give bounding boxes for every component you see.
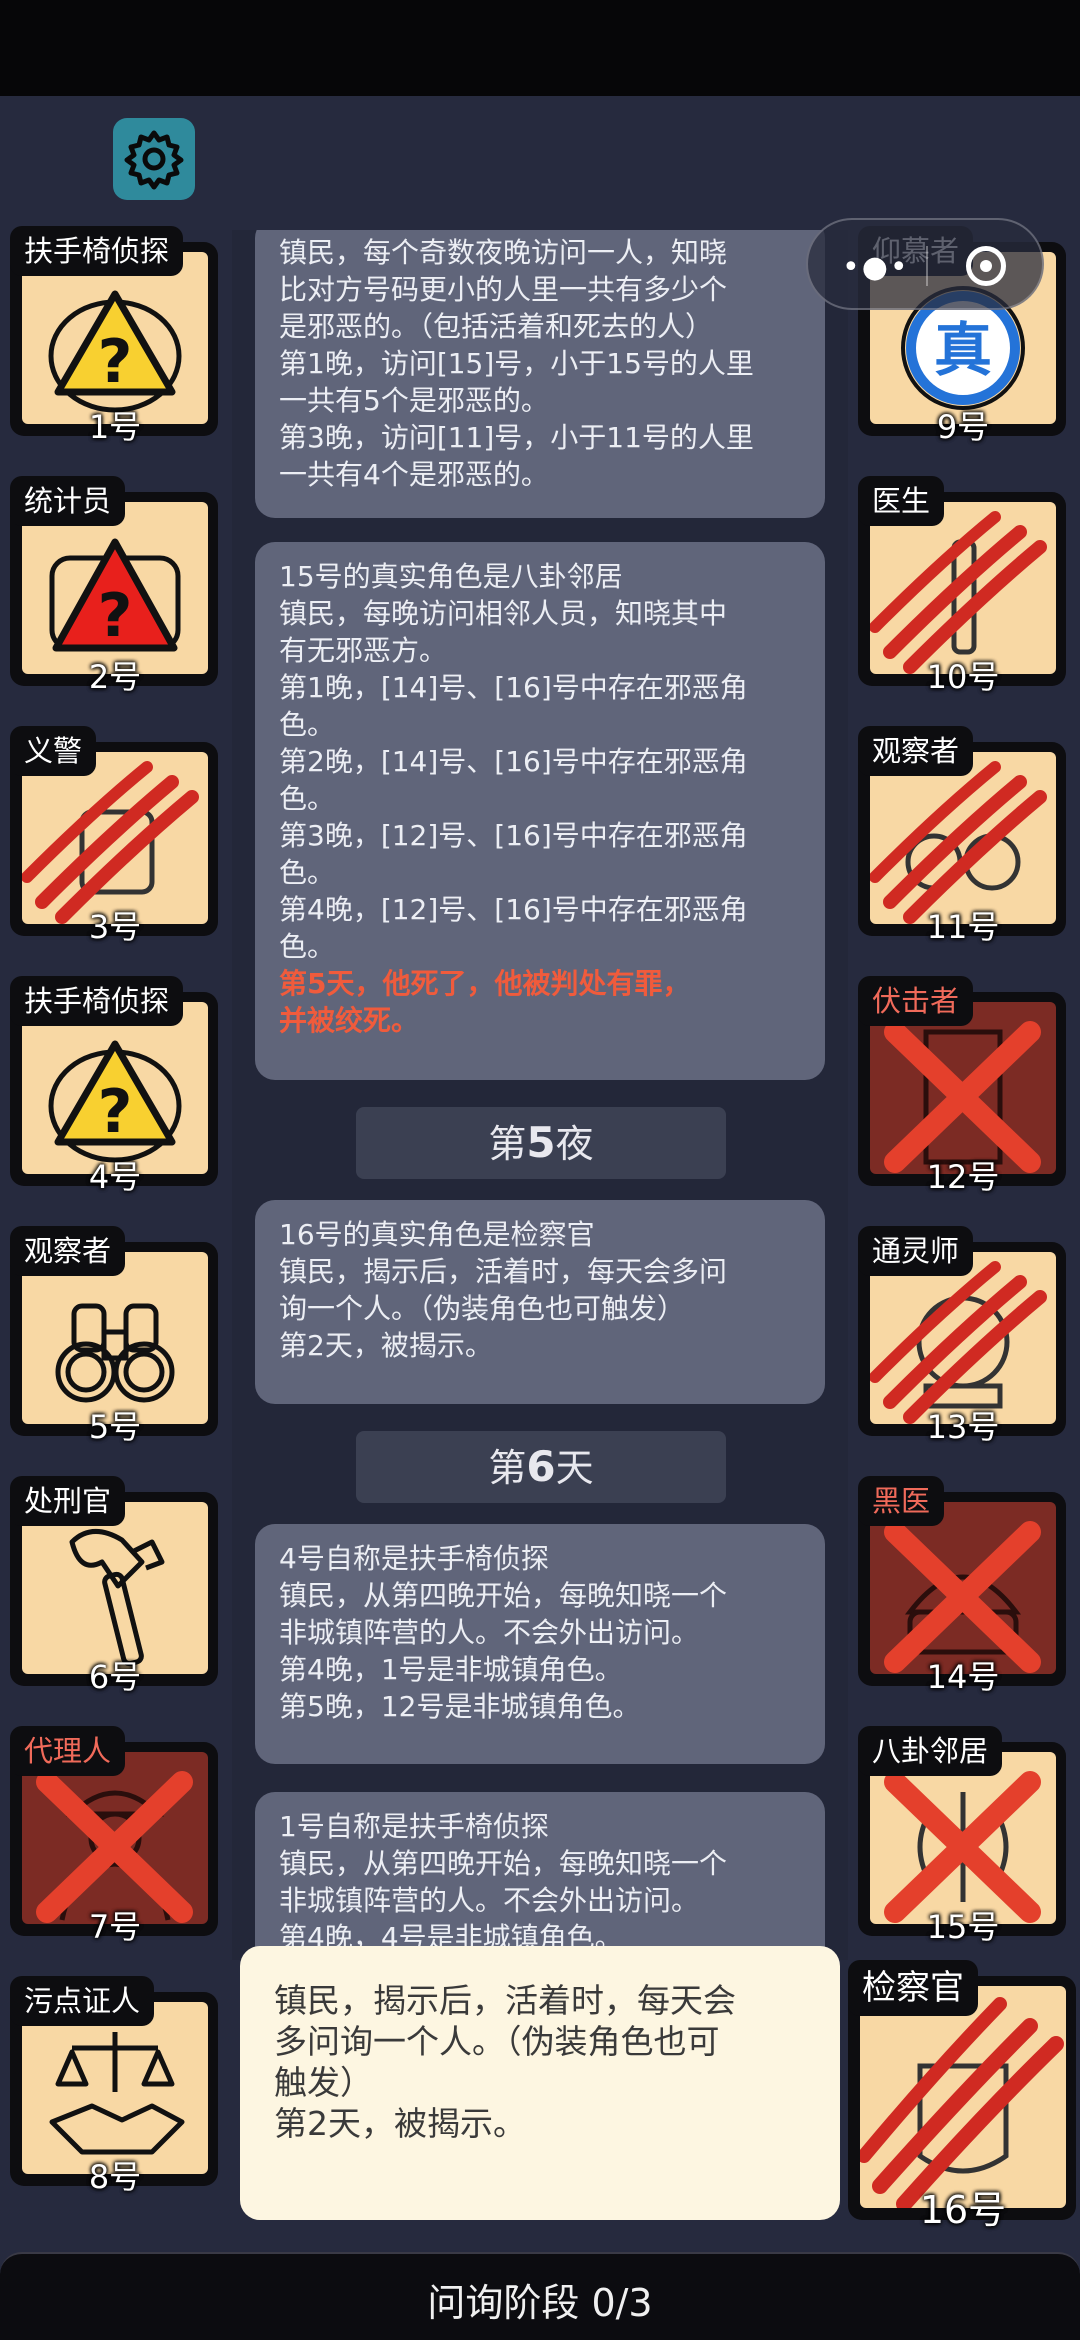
player-number: 4号	[88, 1158, 142, 1196]
player-number: 12号	[926, 1158, 1000, 1196]
player-number: 10号	[926, 658, 1000, 696]
player-number: 8号	[88, 2158, 142, 2196]
svg-text:?: ?	[98, 327, 133, 397]
capsule-divider	[926, 246, 928, 286]
role-label: 观察者	[858, 726, 974, 776]
svg-text:?: ?	[98, 1077, 133, 1147]
role-label: 医生	[858, 476, 945, 526]
player-number: 5号	[88, 1408, 142, 1446]
player-card-1[interactable]: ? 扶手椅侦探 1号	[10, 226, 220, 446]
player-number: 11号	[926, 908, 1000, 946]
agent-icon	[36, 1771, 193, 1923]
axe-icon	[69, 1529, 165, 1667]
gear-icon	[124, 130, 184, 190]
mini-program-capsule: •●•	[806, 218, 1044, 310]
death-notice: 第5天，他死了，他被判处有罪， 并被绞死。	[279, 967, 691, 1037]
player-number: 7号	[88, 1908, 142, 1946]
role-label: 污点证人	[10, 1976, 155, 2026]
role-label: 扶手椅侦探	[10, 226, 184, 276]
log-text: 15号的真实角色是八卦邻居 镇民，每晚访问相邻人员，知晓其中 有无邪恶方。 第1…	[279, 560, 748, 963]
status-bar	[0, 0, 1080, 96]
scratched-icon	[870, 511, 1047, 674]
log-message: 4号自称是扶手椅侦探 镇民，从第四晚开始，每晚知晓一个 非城镇阵营的人。不会外出…	[255, 1524, 825, 1764]
binoculars-icon	[55, 1303, 175, 1403]
player-card-6[interactable]: 处刑官 6号	[10, 1476, 220, 1696]
role-label: 扶手椅侦探	[10, 976, 184, 1026]
player-card-5[interactable]: 观察者 5号	[10, 1226, 220, 1446]
player-card-12[interactable]: 伏击者 12号	[858, 976, 1068, 1196]
player-card-3[interactable]: 义警 3号	[10, 726, 220, 946]
role-tooltip: 镇民，揭示后，活着时，每天会 多问询一个人。（伪装角色也可 触发） 第2天，被揭…	[240, 1946, 840, 2220]
svg-text:?: ?	[98, 581, 133, 651]
warning-question-icon: ?	[48, 290, 182, 413]
more-icon[interactable]: •●•	[842, 250, 910, 285]
role-label: 观察者	[10, 1226, 126, 1276]
player-number: 15号	[926, 1908, 1000, 1946]
player-card-2[interactable]: ? 统计员 2号	[10, 476, 220, 696]
player-number: 2号	[88, 658, 142, 696]
log-message: 16号的真实角色是检察官 镇民，揭示后，活着时，每天会多问 询一个人。（伪装角色…	[255, 1200, 825, 1404]
player-card-14[interactable]: 黑医 14号	[858, 1476, 1068, 1696]
player-number: 1号	[88, 408, 142, 446]
night-separator: 第5夜	[356, 1107, 726, 1179]
player-card-11[interactable]: 观察者 11号	[858, 726, 1068, 946]
player-card-13[interactable]: 通灵师 13号	[858, 1226, 1068, 1446]
log-message: 15号的真实角色是八卦邻居 镇民，每晚访问相邻人员，知晓其中 有无邪恶方。 第1…	[255, 542, 825, 1080]
role-label: 伏击者	[858, 976, 974, 1026]
day-separator: 第6天	[356, 1431, 726, 1503]
role-label: 黑医	[858, 1476, 945, 1526]
neighbor-icon	[884, 1771, 1041, 1923]
player-number: 14号	[926, 1658, 1000, 1696]
player-card-4[interactable]: ? 扶手椅侦探 4号	[10, 976, 220, 1196]
door-icon	[884, 1021, 1041, 1173]
role-label: 检察官	[848, 1960, 978, 2016]
game-log[interactable]: 镇民，每个奇数夜晚访问一人，知晓 比对方号码更小的人里一共有多少个 是邪恶的。（…	[232, 230, 848, 1960]
role-label: 通灵师	[858, 1226, 974, 1276]
player-card-16[interactable]: 检察官 16号	[848, 1960, 1078, 2232]
player-number: 3号	[88, 908, 142, 946]
scratched-icon	[870, 1261, 1047, 1424]
role-label: 统计员	[10, 476, 126, 526]
phase-label: 问询阶段 0/3	[427, 2281, 653, 2325]
close-icon[interactable]	[966, 246, 1006, 286]
log-message: 1号自称是扶手椅侦探 镇民，从第四晚开始，每晚知晓一个 非城镇阵营的人。不会外出…	[255, 1792, 825, 1960]
role-label: 处刑官	[10, 1476, 126, 1526]
scratched-icon	[870, 761, 1047, 924]
warning-question-icon: ?	[48, 1040, 182, 1163]
role-label: 代理人	[10, 1726, 126, 1776]
player-number: 13号	[926, 1408, 1000, 1446]
svg-text:真: 真	[934, 316, 992, 384]
scratched-icon	[860, 1997, 1064, 2208]
player-number: 9号	[936, 408, 990, 446]
warning-question-red-icon: ?	[49, 538, 181, 652]
role-label: 义警	[10, 726, 97, 776]
player-card-15[interactable]: 八卦邻居 15号	[858, 1726, 1068, 1946]
role-label: 八卦邻居	[858, 1726, 1003, 1776]
log-message: 镇民，每个奇数夜晚访问一人，知晓 比对方号码更小的人里一共有多少个 是邪恶的。（…	[255, 230, 825, 518]
settings-button[interactable]	[113, 118, 195, 200]
scratched-icon	[22, 761, 199, 924]
phase-bar: 问询阶段 0/3	[0, 2252, 1080, 2340]
player-number: 6号	[88, 1658, 142, 1696]
dark-doctor-icon	[884, 1521, 1041, 1673]
scales-handshake-icon	[49, 2032, 185, 2155]
player-card-7[interactable]: 代理人 7号	[10, 1726, 220, 1946]
player-card-8[interactable]: 污点证人 8号	[10, 1976, 220, 2196]
player-card-10[interactable]: 医生 10号	[858, 476, 1068, 696]
player-number: 16号	[919, 2188, 1007, 2232]
